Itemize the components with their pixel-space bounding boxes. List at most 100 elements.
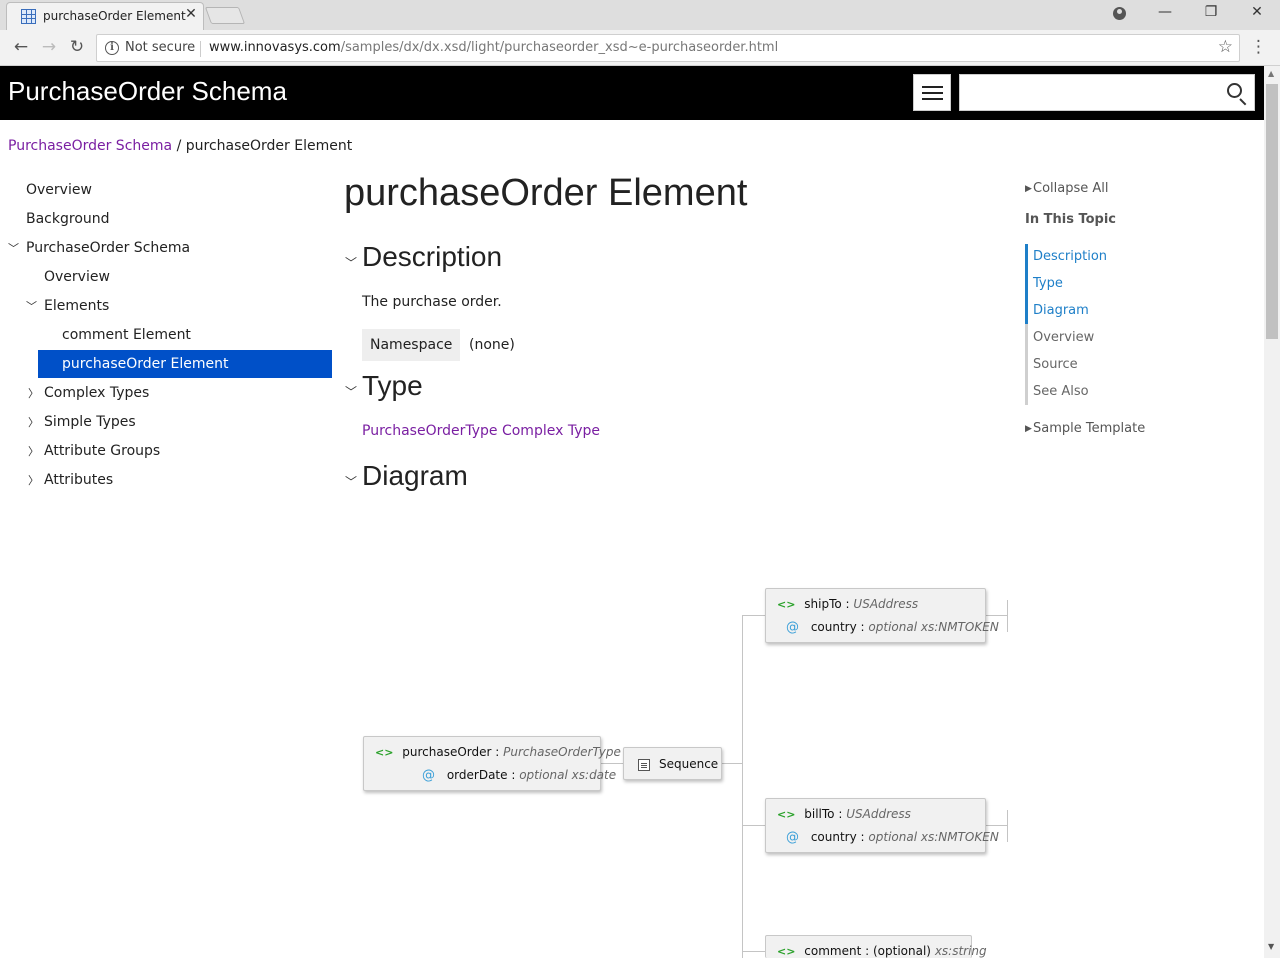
bookmark-star-icon[interactable]: ☆ bbox=[1218, 37, 1233, 57]
nav-item-simple-types[interactable]: Simple Types bbox=[44, 408, 136, 436]
nav-item-comment-element[interactable]: comment Element bbox=[62, 321, 191, 349]
toc-link-type[interactable]: Type bbox=[1033, 276, 1063, 291]
site-title[interactable]: PurchaseOrder Schema bbox=[8, 76, 287, 107]
browser-tabstrip: purchaseOrder Element ✕ — ❐ ✕ bbox=[0, 0, 1280, 30]
node-colon: : bbox=[860, 620, 865, 634]
attribute-type: optional xs:date bbox=[519, 768, 617, 782]
chevron-down-icon[interactable]: ﹀ bbox=[345, 254, 357, 271]
toc-active-indicator bbox=[1025, 244, 1028, 324]
chevron-right-icon[interactable]: 〉 bbox=[28, 472, 39, 488]
in-this-topic-heading: In This Topic bbox=[1025, 212, 1116, 227]
node-colon: : bbox=[865, 944, 870, 958]
element-icon: <> bbox=[777, 598, 796, 611]
nav-item-overview[interactable]: Overview bbox=[26, 176, 92, 204]
scroll-down-arrow-icon[interactable]: ▼ bbox=[1268, 942, 1274, 951]
namespace-value: (none) bbox=[469, 337, 515, 353]
nav-item-purchaseorder-element[interactable]: purchaseOrder Element bbox=[38, 350, 332, 378]
chevron-down-icon[interactable]: ﹀ bbox=[8, 240, 19, 256]
back-icon[interactable]: ← bbox=[10, 37, 32, 57]
node-colon: : bbox=[860, 830, 865, 844]
list-icon-line bbox=[922, 86, 943, 88]
new-tab-button[interactable] bbox=[204, 7, 246, 24]
sequence-icon bbox=[638, 759, 650, 771]
chevron-down-icon[interactable]: ﹀ bbox=[345, 383, 357, 400]
diagram-connector bbox=[986, 825, 1008, 826]
attribute-icon: @ bbox=[422, 768, 435, 783]
chevron-right-icon[interactable]: 〉 bbox=[28, 414, 39, 430]
attribute-name: country bbox=[810, 620, 857, 634]
nav-item-complex-types[interactable]: Complex Types bbox=[44, 379, 149, 407]
diagram-node-sequence[interactable]: Sequence bbox=[623, 747, 722, 780]
page-favicon-icon bbox=[21, 9, 36, 24]
breadcrumb-parent-link[interactable]: PurchaseOrder Schema bbox=[8, 138, 172, 154]
node-type: PurchaseOrderType bbox=[503, 745, 621, 759]
close-tab-icon[interactable]: ✕ bbox=[183, 6, 199, 22]
info-icon[interactable]: i bbox=[105, 41, 119, 55]
diagram-connector bbox=[742, 825, 765, 826]
toc-link-overview[interactable]: Overview bbox=[1033, 330, 1094, 345]
description-text: The purchase order. bbox=[362, 294, 502, 310]
node-name: purchaseOrder bbox=[402, 745, 492, 759]
node-name: billTo bbox=[804, 807, 835, 821]
scroll-thumb[interactable] bbox=[1266, 84, 1278, 339]
node-colon: : bbox=[511, 768, 516, 782]
element-icon: <> bbox=[375, 746, 394, 759]
address-bar[interactable]: i Not secure www.innovasys.com/samples/d… bbox=[96, 34, 1240, 62]
element-icon: <> bbox=[777, 945, 796, 958]
type-heading[interactable]: Type bbox=[362, 370, 423, 402]
list-icon-line bbox=[922, 92, 943, 94]
attribute-name: country bbox=[810, 830, 857, 844]
browser-tab[interactable]: purchaseOrder Element ✕ bbox=[6, 2, 204, 30]
search-box bbox=[959, 74, 1255, 111]
security-label[interactable]: Not secure bbox=[125, 40, 195, 55]
attribute-icon: @ bbox=[786, 830, 799, 845]
browser-toolbar: ← → ↻ i Not secure www.innovasys.com/sam… bbox=[0, 30, 1280, 66]
site-header: PurchaseOrder Schema bbox=[0, 66, 1264, 120]
namespace-label: Namespace bbox=[362, 329, 461, 361]
forward-icon[interactable]: → bbox=[38, 37, 60, 57]
browser-menu-icon[interactable]: ⋮ bbox=[1250, 37, 1267, 57]
nav-item-attribute-groups[interactable]: Attribute Groups bbox=[44, 437, 160, 465]
diagram-node-billto[interactable]: <> billTo : USAddress @ country : option… bbox=[765, 798, 999, 853]
toc-link-description[interactable]: Description bbox=[1033, 249, 1107, 264]
search-input[interactable] bbox=[964, 79, 1214, 107]
toc-link-source[interactable]: Source bbox=[1033, 357, 1078, 372]
url-text[interactable]: www.innovasys.com/samples/dx/dx.xsd/ligh… bbox=[209, 40, 778, 55]
attribute-icon: @ bbox=[786, 620, 799, 635]
diagram-connector bbox=[601, 763, 623, 764]
profile-icon[interactable] bbox=[1113, 7, 1126, 20]
nav-item-background[interactable]: Background bbox=[26, 205, 110, 233]
chevron-right-icon[interactable]: 〉 bbox=[28, 385, 39, 401]
nav-item-attributes[interactable]: Attributes bbox=[44, 466, 113, 494]
diagram-node-purchaseorder[interactable]: <> purchaseOrder : PurchaseOrderType @ o… bbox=[363, 736, 621, 791]
close-window-icon[interactable]: ✕ bbox=[1242, 4, 1272, 20]
nav-item-elements[interactable]: Elements bbox=[44, 292, 109, 320]
type-link[interactable]: PurchaseOrderType Complex Type bbox=[362, 423, 600, 439]
toc-link-see-also[interactable]: See Also bbox=[1033, 384, 1089, 399]
sample-template-link[interactable]: Sample Template bbox=[1033, 421, 1145, 436]
chevron-down-icon[interactable]: ﹀ bbox=[345, 473, 357, 490]
diagram-node-comment[interactable]: <> comment : (optional) xs:string bbox=[765, 935, 987, 958]
page-scrollbar[interactable]: ▲ ▼ bbox=[1264, 66, 1280, 958]
nav-item-purchaseorder-schema[interactable]: PurchaseOrder Schema bbox=[26, 234, 190, 262]
nav-item-schema-overview[interactable]: Overview bbox=[44, 263, 110, 291]
url-path: /samples/dx/dx.xsd/light/purchaseorder_x… bbox=[340, 40, 779, 55]
search-icon[interactable] bbox=[1227, 83, 1242, 98]
restore-icon[interactable]: ❐ bbox=[1196, 4, 1226, 20]
reload-icon[interactable]: ↻ bbox=[66, 37, 88, 57]
chevron-right-icon[interactable]: 〉 bbox=[28, 443, 39, 459]
attribute-type: optional xs:NMTOKEN bbox=[868, 620, 999, 634]
scroll-up-arrow-icon[interactable]: ▲ bbox=[1268, 69, 1274, 78]
diagram-node-shipto[interactable]: <> shipTo : USAddress @ country : option… bbox=[765, 588, 999, 643]
toc-toggle-button[interactable] bbox=[913, 74, 951, 111]
diagram-heading[interactable]: Diagram bbox=[362, 460, 468, 492]
node-colon: : bbox=[838, 807, 843, 821]
page-title: purchaseOrder Element bbox=[344, 172, 748, 214]
node-type: xs:string bbox=[934, 944, 987, 958]
collapse-all-link[interactable]: Collapse All bbox=[1033, 181, 1109, 196]
toc-link-diagram[interactable]: Diagram bbox=[1033, 303, 1089, 318]
chevron-down-icon[interactable]: ﹀ bbox=[26, 298, 37, 314]
description-heading[interactable]: Description bbox=[362, 241, 502, 273]
minimize-icon[interactable]: — bbox=[1150, 4, 1180, 20]
diagram-connector bbox=[742, 615, 743, 958]
